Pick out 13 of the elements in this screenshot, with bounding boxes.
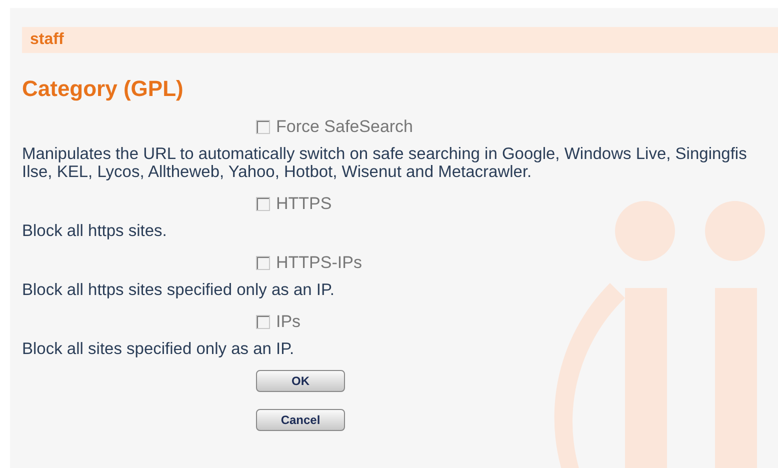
option-description: Block all https sites. <box>22 222 167 240</box>
option-description: Ilse, KEL, Lycos, Alltheweb, Yahoo, Hotbot, Wisenut and Metacrawler. <box>22 163 532 181</box>
option-description: Manipulates the URL to automatically switch on safe searching in Google, Windows Live, Singingfis <box>22 145 747 163</box>
option-label: IPs <box>276 312 301 332</box>
page-title: Category (GPL) <box>22 75 184 103</box>
option-description: Block all sites specified only as an IP. <box>22 340 294 358</box>
option-label: HTTPS <box>276 194 332 214</box>
option-label: Force SafeSearch <box>276 117 414 137</box>
option-description: Block all https sites specified only as an IP. <box>22 281 334 299</box>
option-label: HTTPS-IPs <box>276 253 362 273</box>
section-header: staff <box>22 27 778 53</box>
ok-button[interactable]: OK <box>256 370 345 392</box>
cancel-button[interactable]: Cancel <box>256 409 345 431</box>
